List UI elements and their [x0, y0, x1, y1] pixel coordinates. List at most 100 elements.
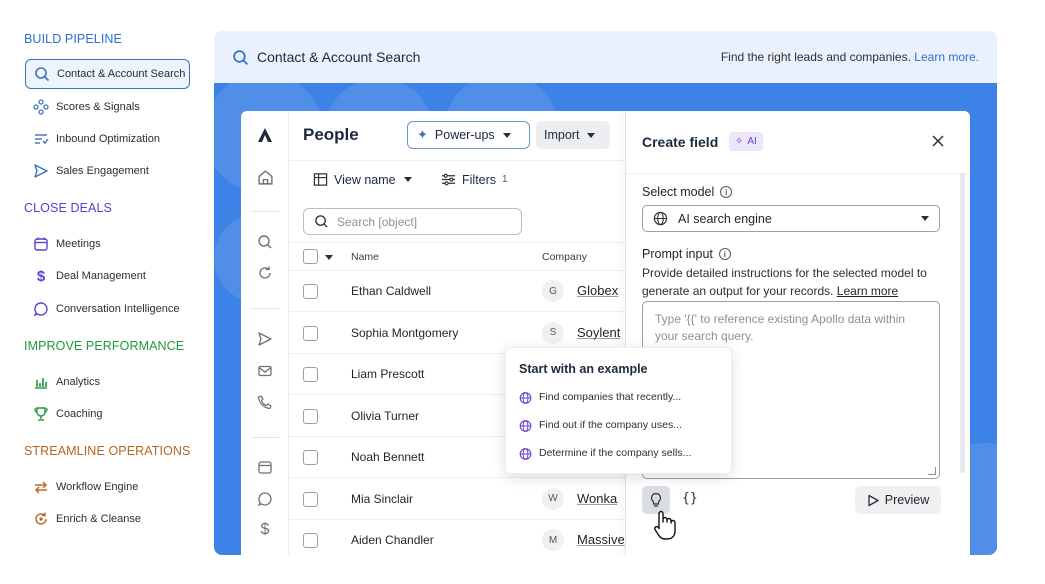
nav-item-deal-management[interactable]: $ Deal Management [25, 261, 190, 291]
chevron-down-icon [587, 132, 596, 138]
filters-count-badge: 1 [502, 174, 508, 185]
section-title-streamline-operations: STREAMLINE OPERATIONS [24, 444, 191, 458]
search-icon[interactable] [255, 232, 275, 252]
import-button[interactable]: Import [536, 121, 610, 149]
play-icon [867, 494, 879, 507]
search-icon [314, 214, 329, 229]
person-name[interactable]: Noah Bennett [351, 450, 424, 464]
section-title-improve-performance: IMPROVE PERFORMANCE [24, 339, 185, 353]
nav-item-label: Inbound Optimization [56, 133, 160, 145]
row-checkbox[interactable] [303, 533, 318, 548]
product-nav: BUILD PIPELINE Contact & Account Search … [0, 0, 205, 584]
nav-item-label: Analytics [56, 376, 101, 388]
person-name[interactable]: Mia Sinclair [351, 492, 413, 506]
filters-button[interactable]: Filters 1 [441, 172, 508, 187]
row-checkbox[interactable] [303, 450, 318, 465]
table-icon [313, 172, 328, 187]
row-checkbox[interactable] [303, 284, 318, 299]
row-checkbox[interactable] [303, 325, 318, 341]
preview-button[interactable]: Preview [855, 486, 941, 514]
info-icon[interactable]: i [718, 248, 731, 260]
dollar-icon: $ [36, 267, 46, 285]
nav-item-scores-signals[interactable]: Scores & Signals [25, 92, 190, 122]
sync-icon[interactable] [255, 263, 275, 283]
nav-item-label: Deal Management [56, 270, 146, 282]
search-icon [232, 49, 249, 66]
power-ups-label: Power-ups [434, 128, 495, 142]
nav-item-sales-engagement[interactable]: Sales Engagement [25, 156, 190, 186]
nav-item-workflow-engine[interactable]: Workflow Engine [25, 472, 190, 502]
nav-item-conversation-intelligence[interactable]: Conversation Intelligence [25, 294, 190, 324]
insert-variable-button[interactable]: {} [682, 491, 698, 506]
nav-item-contact-account-search[interactable]: Contact & Account Search [25, 59, 190, 89]
learn-more-link[interactable]: Learn more. [914, 50, 979, 64]
row-checkbox[interactable] [303, 491, 318, 507]
example-item[interactable]: Find out if the company uses... [519, 418, 682, 432]
company-logo: S [542, 321, 564, 344]
example-item[interactable]: Determine if the company sells... [519, 446, 691, 460]
phone-icon[interactable] [255, 392, 275, 412]
nav-item-meetings[interactable]: Meetings [25, 229, 190, 259]
nav-item-analytics[interactable]: Analytics [25, 367, 190, 397]
section-title-close-deals: CLOSE DEALS [24, 201, 112, 215]
nav-item-label: Enrich & Cleanse [56, 513, 141, 525]
company-link[interactable]: Soylent [577, 325, 620, 340]
home-icon[interactable] [255, 167, 275, 187]
table-row[interactable]: Aiden Chandler M Massive [289, 520, 625, 555]
nav-item-enrich-cleanse[interactable]: Enrich & Cleanse [25, 504, 190, 534]
app-window: $ People ✦ Power-ups Import View name Fi… [241, 111, 970, 555]
person-name[interactable]: Liam Prescott [351, 367, 424, 381]
model-value: AI search engine [678, 211, 772, 226]
row-checkbox[interactable] [303, 367, 318, 382]
calendar-icon[interactable] [255, 457, 275, 477]
send-icon [33, 163, 49, 179]
person-name[interactable]: Aiden Chandler [351, 533, 434, 547]
person-name[interactable]: Olivia Turner [351, 409, 419, 423]
row-checkbox[interactable] [303, 408, 318, 424]
people-list: People ✦ Power-ups Import View name Filt… [289, 111, 625, 555]
person-name[interactable]: Sophia Montgomery [351, 326, 458, 340]
chat-icon[interactable] [255, 489, 275, 509]
inbound-icon [33, 131, 49, 147]
popover-title: Start with an example [519, 362, 648, 376]
mail-icon[interactable] [255, 361, 275, 381]
close-icon[interactable] [930, 133, 946, 149]
feature-header: Contact & Account Search Find the right … [214, 31, 997, 83]
person-name[interactable]: Ethan Caldwell [351, 284, 431, 298]
resize-handle-icon[interactable] [928, 467, 936, 475]
list-search-input[interactable]: Search [object] [303, 208, 522, 235]
feature-title: Contact & Account Search [257, 49, 421, 65]
dollar-icon[interactable]: $ [255, 520, 275, 540]
filters-label: Filters [462, 172, 497, 187]
column-name: Name [351, 251, 380, 263]
sparkle-icon: ✧ [735, 136, 744, 147]
nav-item-coaching[interactable]: Coaching [25, 399, 190, 429]
select-all-checkbox[interactable] [303, 249, 318, 264]
learn-more-link[interactable]: Learn more [837, 284, 898, 298]
section-title-build-pipeline: BUILD PIPELINE [24, 32, 122, 46]
ai-badge: ✧ AI [729, 132, 763, 151]
company-link[interactable]: Wonka [577, 491, 617, 506]
power-ups-button[interactable]: ✦ Power-ups [407, 121, 530, 149]
nav-item-label: Coaching [56, 408, 103, 420]
model-select[interactable]: AI search engine [642, 205, 940, 232]
info-icon[interactable]: i [720, 186, 733, 198]
examples-popover: Start with an example Find companies tha… [505, 347, 732, 474]
example-item[interactable]: Find companies that recently... [519, 390, 681, 404]
feature-hint: Find the right leads and companies. Lear… [720, 50, 979, 64]
table-row[interactable]: Ethan Caldwell G Globex [289, 271, 625, 312]
table-row[interactable]: Mia Sinclair W Wonka [289, 479, 625, 520]
nav-item-label: Conversation Intelligence [56, 303, 180, 315]
panel-scrollbar[interactable] [960, 173, 965, 473]
globe-icon [519, 390, 532, 404]
company-link[interactable]: Massive [577, 532, 625, 547]
table-header: Name Company [289, 242, 625, 271]
nav-item-inbound-optimization[interactable]: Inbound Optimization [25, 124, 190, 154]
send-icon[interactable] [255, 329, 275, 349]
nav-item-label: Contact & Account Search [57, 68, 186, 80]
company-link[interactable]: Globex [577, 283, 618, 298]
view-name-dropdown[interactable]: View name [313, 172, 412, 187]
chevron-down-icon[interactable] [325, 255, 333, 260]
panel-title: Create field [642, 134, 719, 150]
page-title: People [303, 125, 359, 144]
